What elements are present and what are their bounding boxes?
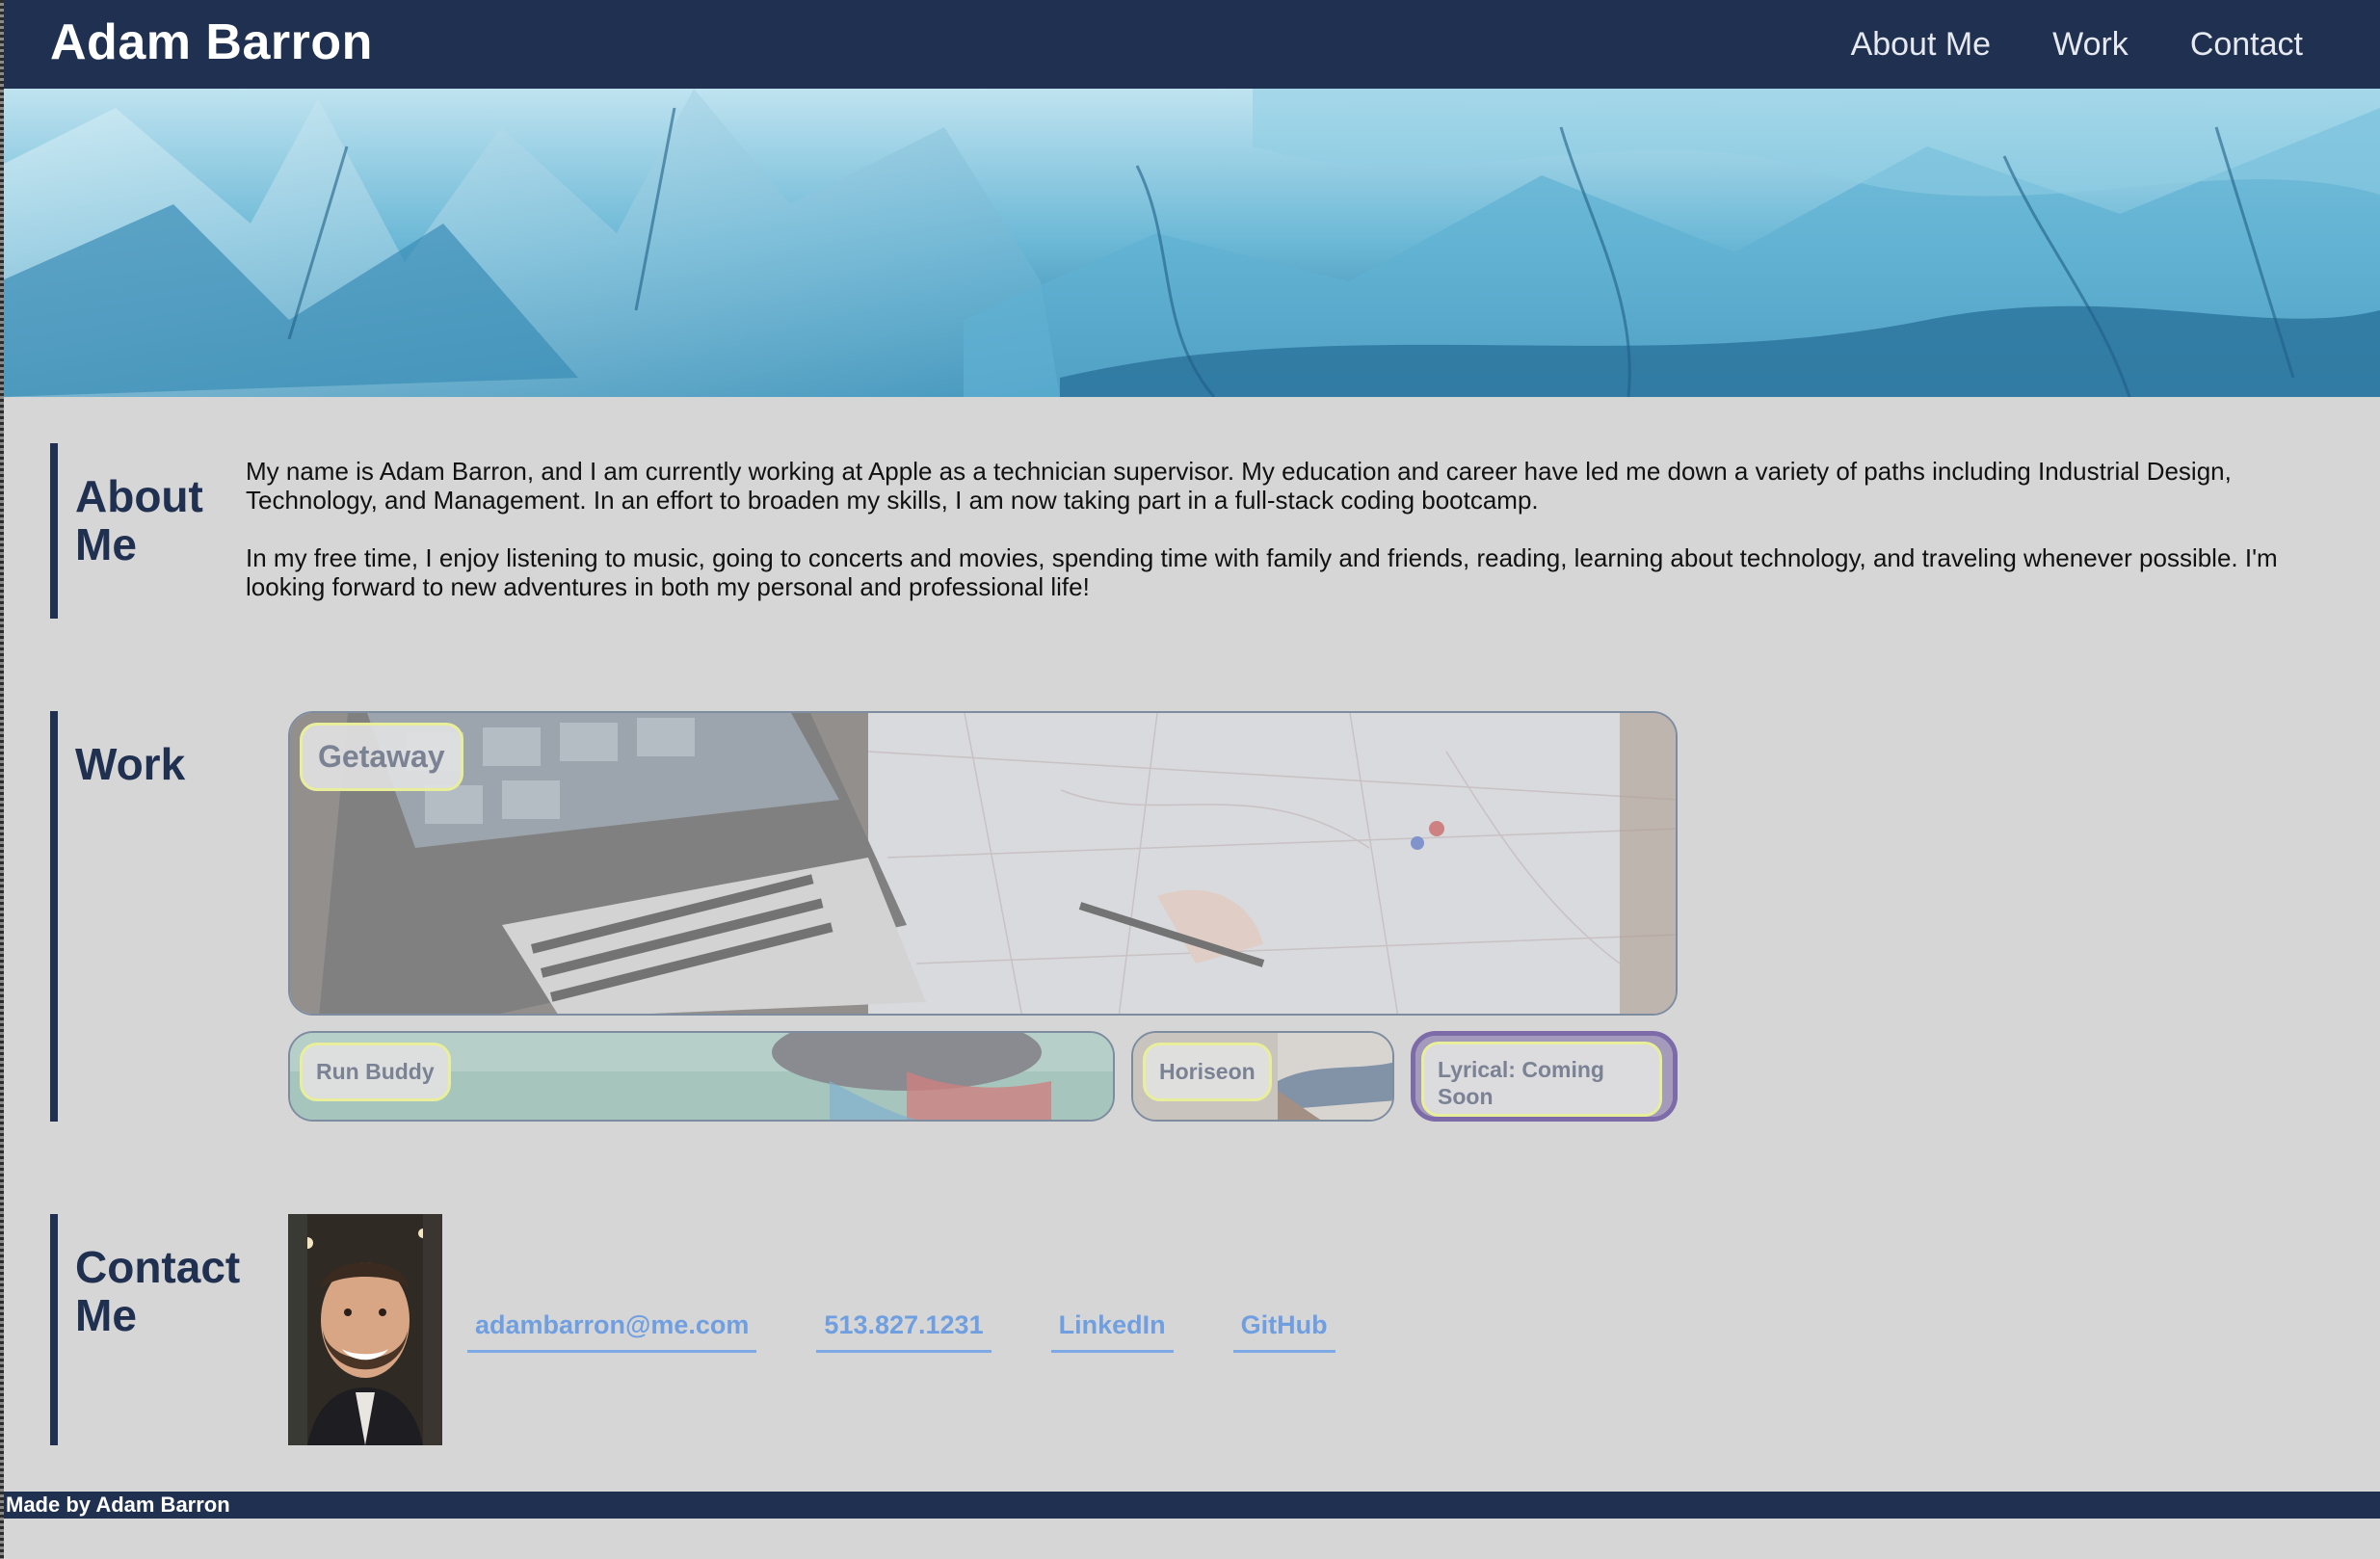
linkedin-link[interactable]: LinkedIn — [1050, 1310, 1174, 1353]
window-edge — [0, 0, 4, 1559]
contact-section: Contact Me adambarron@me.com 513.827.123… — [50, 1214, 1495, 1445]
contact-links: adambarron@me.com 513.827.1231 LinkedIn … — [467, 1310, 1335, 1353]
site-title: Adam Barron — [50, 14, 373, 70]
main-nav: About Me Work Contact — [1851, 26, 2303, 64]
project-card-getaway[interactable]: Getaway — [288, 711, 1678, 1016]
card-overlay — [290, 713, 1676, 1014]
site-header: Adam Barron About Me Work Contact — [0, 0, 2380, 89]
project-card-horiseon[interactable]: Horiseon — [1131, 1031, 1394, 1122]
work-section: Work Getaway Run Buddy Horiseon Lyrical:… — [50, 711, 1688, 1122]
nav-link-contact[interactable]: Contact — [2190, 26, 2303, 64]
email-link[interactable]: adambarron@me.com — [467, 1310, 757, 1353]
footer-text: Made by Adam Barron — [6, 1493, 230, 1517]
hero-banner-glacier — [0, 89, 2380, 397]
nav-link-work[interactable]: Work — [2052, 26, 2129, 64]
about-section: About Me My name is Adam Barron, and I a… — [50, 443, 2324, 619]
project-card-run-buddy[interactable]: Run Buddy — [288, 1031, 1115, 1122]
about-text: My name is Adam Barron, and I am current… — [246, 457, 2317, 601]
nav-link-about[interactable]: About Me — [1851, 26, 1992, 64]
profile-photo — [288, 1214, 442, 1445]
project-title-horiseon: Horiseon — [1143, 1043, 1272, 1101]
about-heading: About Me — [75, 471, 203, 569]
phone-link[interactable]: 513.827.1231 — [816, 1310, 992, 1353]
site-footer: Made by Adam Barron — [0, 1492, 2380, 1519]
project-title-run-buddy: Run Buddy — [300, 1043, 451, 1101]
project-title-lyrical: Lyrical: Coming Soon — [1421, 1042, 1662, 1117]
work-heading: Work — [75, 739, 186, 789]
about-paragraph: In my free time, I enjoy listening to mu… — [246, 543, 2278, 601]
project-card-lyrical[interactable]: Lyrical: Coming Soon — [1411, 1031, 1678, 1122]
github-link[interactable]: GitHub — [1232, 1310, 1335, 1353]
about-paragraph: My name is Adam Barron, and I am current… — [246, 457, 2232, 515]
contact-heading: Contact Me — [75, 1242, 241, 1340]
project-title-getaway: Getaway — [300, 723, 463, 791]
